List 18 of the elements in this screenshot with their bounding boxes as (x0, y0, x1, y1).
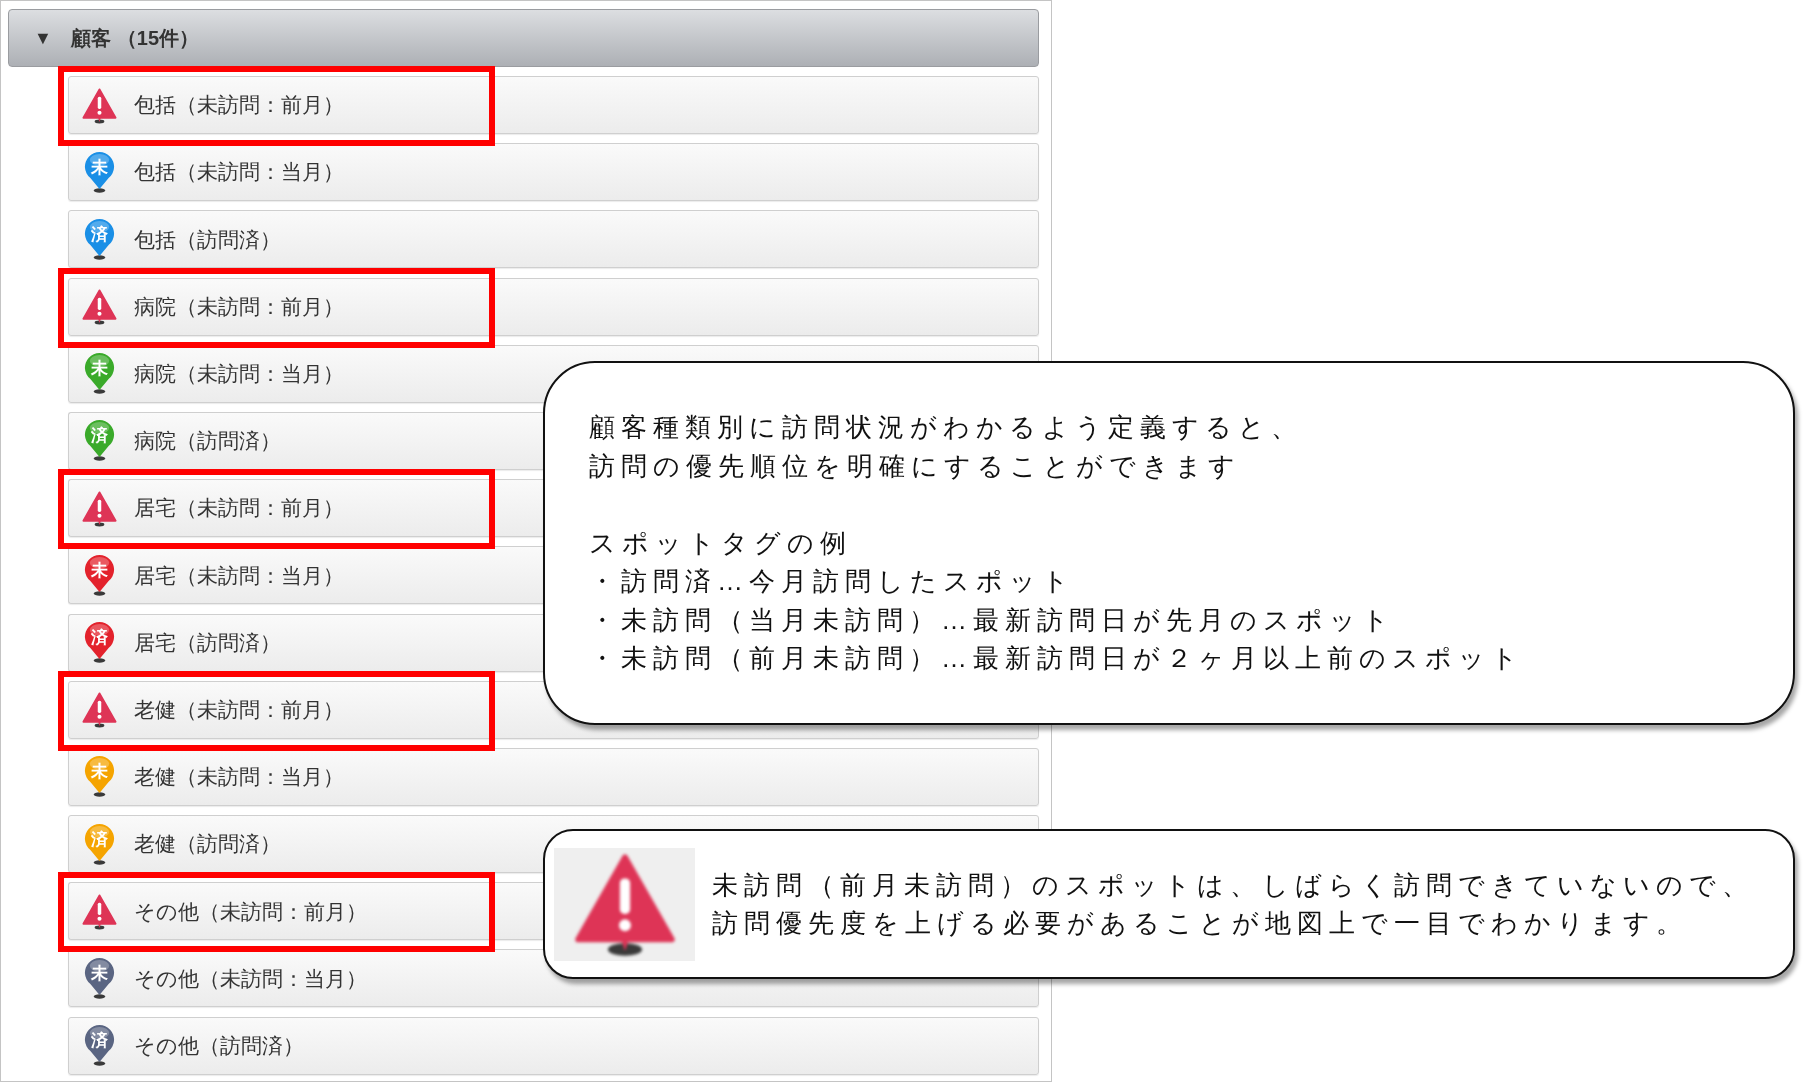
list-item[interactable]: 未 包括（未訪問：当月） (68, 143, 1039, 202)
section-header[interactable]: ▼ 顧客 （15件） (8, 9, 1039, 67)
expand-toggle[interactable]: ▼ (34, 24, 52, 52)
list-item[interactable]: 未 老健（未訪問：当月） (68, 747, 1039, 806)
list-entry: ・未訪問（前月未訪問）…最新訪問日が２ヶ月以上前のスポット (589, 642, 1524, 675)
warning-icon (554, 847, 695, 961)
list-item[interactable]: 済 包括（訪問済） (68, 210, 1039, 269)
callout-text: 顧客種類別に訪問状況がわかるよう定義すると、 訪問の優先順位を明確にすることができます (589, 411, 1303, 483)
list-item[interactable]: 済 居宅（訪問済） (68, 613, 543, 672)
section-title: 顧客 (70, 26, 111, 51)
callout-text: 未訪問（前月未訪問）のスポットは、しばらく訪問できていないので、 訪問優先度を上げる必要があることが地図上で一目でわかります。 (712, 869, 1754, 940)
list-item[interactable]: 済 病院（訪問済） (68, 411, 543, 470)
list-item[interactable]: 済 その他（訪問済） (68, 1016, 1039, 1075)
list-entry: ・訪問済…今月訪問したスポット (589, 565, 1075, 598)
list-item[interactable]: 未 居宅（未訪問：当月） (68, 546, 543, 605)
list-heading: スポットタグの例 (589, 526, 852, 560)
list-entry: ・未訪問（当月未訪問）…最新訪問日が先月のスポット (589, 603, 1395, 637)
item-count: （15件） (116, 26, 200, 51)
